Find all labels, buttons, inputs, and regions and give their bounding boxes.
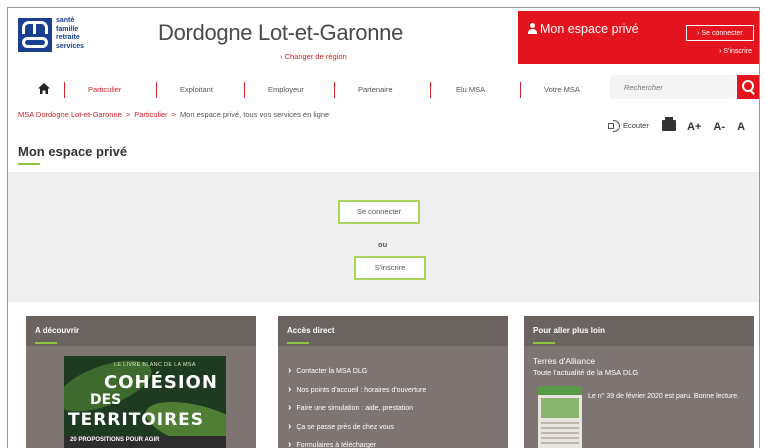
logo-line: famille xyxy=(56,25,79,33)
speaker-icon[interactable] xyxy=(608,120,622,132)
direct-access-links: Contacter la MSA DLG Nos points d'accuei… xyxy=(288,362,426,448)
search-box xyxy=(610,75,736,99)
nav-divider xyxy=(520,82,521,98)
link-pres-de-chez-vous[interactable]: Ça se passe près de chez vous xyxy=(288,418,426,437)
search-button[interactable] xyxy=(737,75,759,99)
cover-title-line: DES xyxy=(90,392,122,408)
card-title: A découvrir xyxy=(35,326,80,335)
card-header: A découvrir xyxy=(26,316,256,346)
nav-divider xyxy=(64,82,65,98)
breadcrumb-current: Mon espace privé, tous vos services en l… xyxy=(179,110,330,119)
nav-item-particulier[interactable]: Particulier xyxy=(88,85,121,94)
magazine-band xyxy=(538,386,582,395)
header-register-link[interactable]: › S'inscrire xyxy=(719,48,752,55)
card-discover: A découvrir LE LIVRE BLANC DE LA MSA COH… xyxy=(26,316,256,448)
print-icon[interactable] xyxy=(661,117,676,131)
card-title-underline xyxy=(533,342,555,344)
font-increase-button[interactable]: A+ xyxy=(687,121,701,133)
breadcrumb-particulier[interactable]: Particulier xyxy=(134,110,167,119)
cover-title-line: TERRITOIRES xyxy=(68,410,205,430)
search-icon-handle xyxy=(749,89,755,95)
logo-line: retraite xyxy=(56,34,80,41)
magazine-subtitle: Toute l'actualité de la MSA DLG xyxy=(533,368,639,377)
nav-divider xyxy=(334,82,335,98)
search-input[interactable] xyxy=(610,75,730,99)
login-panel: Se connecter ou S'inscrire xyxy=(8,172,759,302)
livre-blanc-cover[interactable]: LE LIVRE BLANC DE LA MSA COHÉSION DES TE… xyxy=(64,356,226,448)
card-further: Pour aller plus loin Terres d'Alliance T… xyxy=(524,316,754,448)
logo-tagline: santé famille retraite services xyxy=(56,17,84,51)
cover-footer-text: 20 PROPOSITIONS POUR AGIR xyxy=(70,437,160,443)
card-header: Pour aller plus loin xyxy=(524,316,754,346)
link-simulation[interactable]: Faire une simulation : aide, prestation xyxy=(288,399,426,418)
card-title-underline xyxy=(287,342,309,344)
magazine-thumbnail[interactable] xyxy=(538,386,582,448)
link-formulaires[interactable]: Formulaires à télécharger xyxy=(288,436,426,448)
nav-divider xyxy=(430,82,431,98)
card-header: Accès direct xyxy=(278,316,508,346)
page-title: Mon espace privé xyxy=(18,144,128,159)
link-points-accueil[interactable]: Nos points d'accueil : horaires d'ouvert… xyxy=(288,381,426,400)
msa-logo[interactable] xyxy=(18,18,52,52)
nav-item-votre-msa[interactable]: Votre MSA xyxy=(544,85,580,94)
card-direct-access: Accès direct Contacter la MSA DLG Nos po… xyxy=(278,316,508,448)
nav-item-employeur[interactable]: Employeur xyxy=(268,85,304,94)
espace-prive-panel: Mon espace privé › Se connecter › S'insc… xyxy=(518,11,759,64)
logo-line: santé xyxy=(56,17,75,24)
espace-prive-label: Mon espace privé xyxy=(540,22,639,36)
home-icon[interactable] xyxy=(38,83,50,94)
breadcrumb-separator: > xyxy=(171,110,176,119)
card-title: Pour aller plus loin xyxy=(533,326,606,335)
nav-item-exploitant[interactable]: Exploitant xyxy=(180,85,213,94)
listen-button[interactable]: Ecouter xyxy=(623,121,649,130)
title-underline xyxy=(18,163,40,165)
logo-sa-shape xyxy=(22,37,48,48)
link-contact[interactable]: Contacter la MSA DLG xyxy=(288,362,426,381)
breadcrumb: MSA Dordogne Lot-et-Garonne > Particulier >… xyxy=(18,110,329,119)
browser-page: santé famille retraite services Dordogne… xyxy=(7,7,760,448)
card-title-underline xyxy=(35,342,57,344)
connect-button[interactable]: Se connecter xyxy=(338,200,420,224)
region-title: Dordogne Lot-et-Garonne xyxy=(158,20,404,45)
magazine-photo xyxy=(541,398,579,418)
change-region-link[interactable]: › Changer de région xyxy=(280,52,347,61)
page-tools: Ecouter A+ A- A xyxy=(608,117,754,133)
magazine-text-lines xyxy=(541,422,579,444)
nav-item-partenaire[interactable]: Partenaire xyxy=(358,85,393,94)
nav-item-elu-msa[interactable]: Elu MSA xyxy=(456,85,485,94)
magazine-description: Le n° 39 de février 2020 est paru. Bonne… xyxy=(588,393,740,400)
nav-divider xyxy=(244,82,245,98)
font-decrease-button[interactable]: A- xyxy=(713,121,725,133)
cover-title-line: COHÉSION xyxy=(104,372,218,393)
breadcrumb-separator: > xyxy=(125,110,131,119)
espace-prive-title: Mon espace privé xyxy=(528,22,639,36)
user-icon xyxy=(528,23,537,34)
nav-divider xyxy=(156,82,157,98)
breadcrumb-home[interactable]: MSA Dordogne Lot-et-Garonne xyxy=(18,110,122,119)
register-button[interactable]: S'inscrire xyxy=(354,256,426,280)
or-text: ou xyxy=(378,240,388,249)
cover-subtitle: LE LIVRE BLANC DE LA MSA xyxy=(114,362,196,368)
header-connect-button[interactable]: › Se connecter xyxy=(686,25,754,41)
card-title: Accès direct xyxy=(287,326,335,335)
logo-m-shape xyxy=(22,21,48,34)
magazine-title[interactable]: Terres d'Alliance xyxy=(533,356,595,366)
logo-line: services xyxy=(56,42,85,50)
font-reset-button[interactable]: A xyxy=(737,121,745,133)
